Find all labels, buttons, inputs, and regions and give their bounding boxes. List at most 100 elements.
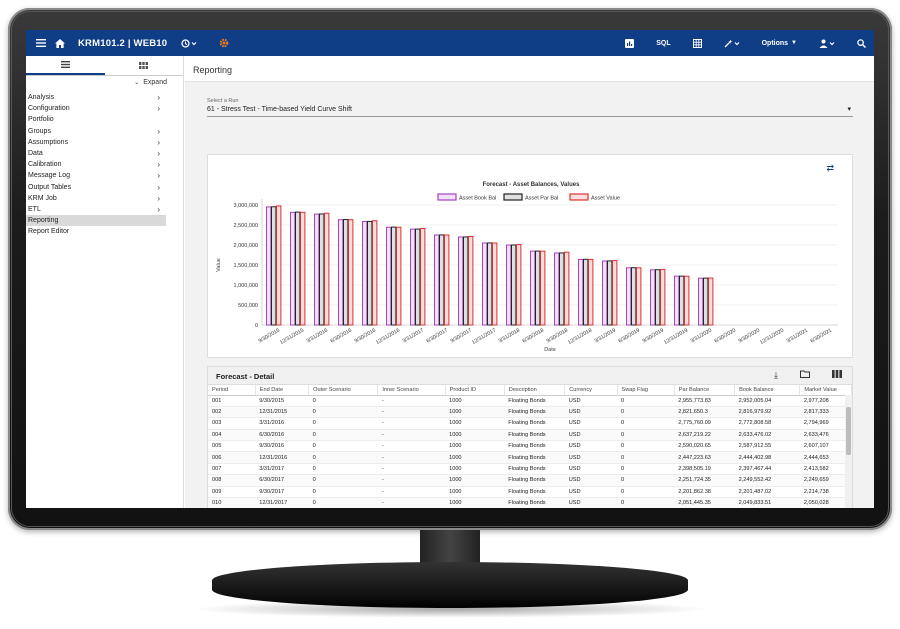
sidebar-item-etl[interactable]: ETL › (26, 204, 166, 215)
magic-wand-icon[interactable] (713, 30, 751, 56)
screen: KRM101.2 | WEB10 SQL Options ▼ ⌄ Expand … (26, 30, 874, 508)
table-row[interactable]: 010 12/31/2017 0-1000 Floating Bonds USD 0 2,0… (208, 497, 852, 508)
column-header[interactable]: Market Value (799, 385, 852, 396)
table-cell: - (377, 474, 446, 487)
table-cell: 2,201,487.02 (734, 486, 800, 499)
column-header[interactable]: Period (208, 385, 256, 396)
sidebar-item-assumptions[interactable]: Assumptions › (26, 137, 166, 148)
bar-asset-book-bal (362, 220, 368, 326)
sidebar-item-groups[interactable]: Groups › (26, 126, 166, 137)
chevron-right-icon: › (157, 171, 160, 181)
table-cell: - (377, 429, 446, 442)
table-cell: 12/31/2015 (255, 406, 309, 419)
sidebar-item-report-editor[interactable]: Report Editor (26, 226, 166, 237)
chevron-right-icon: › (157, 193, 160, 203)
column-header[interactable]: Description (504, 385, 566, 396)
grid-icon[interactable] (682, 30, 713, 56)
bar-asset-value (708, 277, 714, 326)
x-tick-label: 3/31/2016 (306, 328, 329, 345)
table-cell: 0 (617, 395, 675, 407)
tab-tile-view[interactable] (105, 56, 184, 75)
table-cell: Floating Bonds (504, 486, 565, 499)
sidebar-item-portfolio[interactable]: Portfolio (26, 114, 166, 125)
table-cell: 2,607,107 (799, 440, 852, 453)
table-row[interactable]: 004 6/30/2016 0-1000 Floating Bonds USD 0 2,63… (208, 429, 852, 442)
table-cell: 2,444,653 (799, 451, 852, 464)
y-tick-label: 1,000,000 (234, 283, 258, 289)
table-cell: 008 (208, 474, 256, 487)
table-cell: 1000 (445, 395, 505, 407)
search-icon[interactable] (846, 30, 874, 56)
table-cell: 0 (617, 417, 675, 430)
column-header[interactable]: Currency (564, 385, 618, 396)
vertical-scrollbar[interactable] (845, 395, 852, 508)
table-row[interactable]: 007 3/31/2017 0-1000 Floating Bonds USD 0 2,39… (208, 463, 852, 476)
x-tick-label: 12/31/2020 (759, 328, 785, 346)
column-header[interactable]: End Date (255, 385, 310, 396)
column-header[interactable]: Swap Flag (617, 385, 675, 396)
tab-list-view[interactable] (26, 56, 105, 75)
sidebar-item-configuration[interactable]: Configuration › (26, 103, 166, 114)
sidebar-item-label: Reporting (28, 217, 59, 225)
table-cell: 9/30/2016 (255, 440, 309, 453)
sidebar-item-output-tables[interactable]: Output Tables › (26, 182, 166, 193)
chart-report-icon[interactable] (614, 30, 645, 56)
table-cell: USD (564, 395, 617, 407)
column-header[interactable]: Outer Scenario (308, 385, 379, 396)
gear-icon[interactable] (217, 30, 231, 56)
chart-title: Forecast - Asset Balances, Values (483, 182, 580, 188)
bar-asset-par-bal (391, 226, 397, 326)
table-row[interactable]: 001 9/30/2015 0-1000 Floating Bonds USD 0 2,95… (208, 395, 852, 407)
bar-asset-book-bal (602, 260, 608, 326)
column-header[interactable]: Product ID (445, 385, 505, 396)
bar-asset-par-bal (295, 211, 301, 326)
table-header-row: Period End Date Outer Scenario Inner Scenar… (208, 385, 852, 396)
run-value: 61 - Stress Test - Time-based Yield Curv… (207, 106, 352, 113)
sidebar-item-label: Groups (28, 127, 51, 135)
table-cell: 0 (308, 429, 378, 442)
table-cell: 0 (308, 395, 378, 407)
x-tick-label: 6/30/2020 (714, 328, 737, 345)
column-header[interactable]: Inner Scenario (377, 385, 446, 396)
bar-asset-book-bal (266, 206, 272, 326)
sql-button[interactable]: SQL (645, 30, 681, 56)
run-dropdown[interactable]: 61 - Stress Test - Time-based Yield Curv… (207, 104, 853, 117)
bar-asset-value (492, 242, 498, 326)
sidebar-item-reporting[interactable]: Reporting (26, 215, 166, 227)
sidebar-item-message-log[interactable]: Message Log › (26, 170, 166, 181)
column-header[interactable]: Par Balance (674, 385, 736, 396)
chevron-right-icon: › (157, 137, 160, 147)
sidebar-item-krm-job[interactable]: KRM Job › (26, 193, 166, 204)
columns-icon[interactable] (832, 370, 842, 381)
table-cell: 2,587,912.55 (734, 440, 800, 453)
table-row[interactable]: 005 9/30/2016 0-1000 Floating Bonds USD 0 2,59… (208, 440, 852, 453)
column-header[interactable]: Book Balance (734, 385, 801, 396)
sidebar-item-analysis[interactable]: Analysis › (26, 92, 166, 103)
table-cell: - (377, 486, 446, 499)
table-cell: 12/31/2016 (255, 451, 309, 464)
table-row[interactable]: 003 3/31/2016 0-1000 Floating Bonds USD 0 2,77… (208, 417, 852, 430)
download-icon[interactable]: ⤓ (774, 370, 778, 381)
bar-asset-value (324, 212, 330, 326)
folder-icon[interactable] (800, 370, 810, 381)
options-menu[interactable]: Options ▼ (751, 30, 808, 56)
table-row[interactable]: 009 9/30/2017 0-1000 Floating Bonds USD 0 2,20… (208, 486, 852, 499)
run-selector[interactable]: Select a Run 61 - Stress Test - Time-bas… (207, 98, 853, 117)
table-cell: - (377, 451, 446, 464)
table-row[interactable]: 006 12/31/2016 0-1000 Floating Bonds USD 0 2,4… (208, 451, 852, 464)
table-cell: 2,051,445.35 (674, 497, 735, 508)
history-icon[interactable] (177, 30, 201, 56)
sidebar-item-calibration[interactable]: Calibration › (26, 159, 166, 170)
expand-toggle[interactable]: ⌄ Expand (26, 76, 183, 89)
table-row[interactable]: 002 12/31/2015 0-1000 Floating Bonds USD 0 2,8… (208, 406, 852, 419)
table-row[interactable]: 008 6/30/2017 0-1000 Floating Bonds USD 0 2,25… (208, 474, 852, 487)
table-cell: 001 (208, 395, 256, 407)
home-icon[interactable] (52, 30, 68, 56)
vertical-scroll-thumb[interactable] (846, 407, 851, 455)
x-tick-label: 6/30/2018 (522, 328, 545, 345)
y-tick-label: 3,000,000 (234, 203, 258, 209)
table-cell: 9/30/2015 (255, 395, 309, 407)
user-icon[interactable] (808, 30, 846, 56)
sidebar-item-data[interactable]: Data › (26, 148, 166, 159)
menu-icon[interactable] (30, 30, 52, 56)
